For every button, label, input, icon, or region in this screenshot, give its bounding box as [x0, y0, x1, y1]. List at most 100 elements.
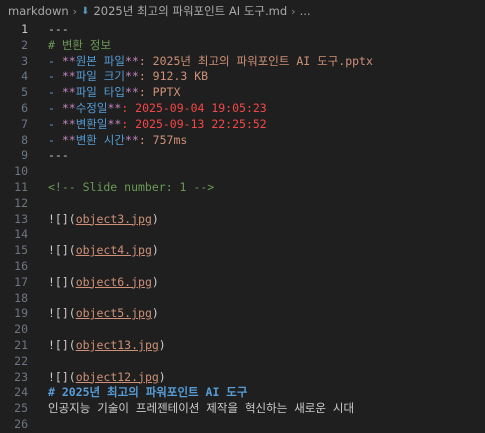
code-line[interactable]: 16 [0, 259, 485, 275]
code-token: ) [151, 306, 159, 321]
line-content[interactable]: - **원본 파일**: 2025년 최고의 파워포인트 AI 도구.pptx [28, 54, 485, 70]
line-content[interactable]: --- [28, 148, 485, 164]
code-line[interactable]: 6- **수정일**: 2025-09-04 19:05:23 [0, 101, 485, 117]
line-content[interactable]: - **변환 시간**: 757ms [28, 133, 485, 149]
code-line[interactable]: 4- **파일 크기**: 912.3 KB [0, 69, 485, 85]
breadcrumb-file[interactable]: 2025년 최고의 파워포인트 AI 도구.md [93, 3, 287, 19]
line-content[interactable]: ![](object13.jpg) [28, 338, 485, 354]
markdown-file-icon: ⬇ [81, 5, 90, 17]
code-token: : 2025년 최고의 파워포인트 AI 도구.pptx [138, 53, 373, 68]
line-number: 24 [14, 385, 28, 400]
code-token: ** [124, 85, 139, 100]
line-content[interactable] [28, 291, 485, 307]
line-number: 26 [14, 416, 28, 431]
code-editor[interactable]: 1 --- 2 # 변환 정보 3- **원본 파일**: 2025년 최고의 파워포인… [0, 22, 485, 433]
code-line[interactable]: 12 [0, 196, 485, 212]
breadcrumb-folder[interactable]: markdown [8, 4, 69, 18]
code-token: - [48, 85, 62, 100]
line-content[interactable]: ![](object5.jpg) [28, 306, 485, 322]
code-token: object3.jpg [75, 211, 152, 226]
code-line[interactable]: 20 [0, 322, 485, 338]
code-token: object4.jpg [75, 243, 152, 258]
code-line[interactable]: 3- **원본 파일**: 2025년 최고의 파워포인트 AI 도구.pptx [0, 54, 485, 70]
line-number: 20 [14, 322, 28, 337]
code-token: ) [158, 369, 166, 384]
line-content[interactable] [28, 354, 485, 370]
line-content[interactable]: # 2025년 최고의 파워포인트 AI 도구 [28, 385, 485, 401]
code-token: : 912.3 KB [138, 69, 209, 84]
line-number: 5 [21, 85, 28, 100]
line-content[interactable]: ![](object3.jpg) [28, 212, 485, 228]
code-token: 원본 파일 [75, 53, 125, 68]
code-token: - [48, 69, 62, 84]
line-number: 25 [14, 401, 28, 416]
breadcrumb-tail[interactable]: ... [300, 4, 311, 18]
code-line[interactable]: 23 ![](object12.jpg) [0, 370, 485, 386]
line-content[interactable]: 인공지능 기술이 프레젠테이션 제작을 혁신하는 새로운 시대 [28, 401, 485, 417]
code-token: ** [124, 53, 139, 68]
line-content[interactable]: ![](object4.jpg) [28, 243, 485, 259]
code-line[interactable]: 26 [0, 417, 485, 433]
code-line[interactable]: 14 [0, 227, 485, 243]
code-line[interactable]: 22 [0, 354, 485, 370]
code-line[interactable]: 10 [0, 164, 485, 180]
code-token: object5.jpg [75, 306, 152, 321]
code-line[interactable]: 11 <!-- Slide number: 1 --> [0, 180, 485, 196]
line-content[interactable]: - **수정일**: 2025-09-04 19:05:23 [28, 101, 485, 117]
line-content[interactable] [28, 196, 485, 212]
line-number: 17 [14, 274, 28, 289]
code-line[interactable]: 25 인공지능 기술이 프레젠테이션 제작을 혁신하는 새로운 시대 [0, 401, 485, 417]
code-line[interactable]: 19 ![](object5.jpg) [0, 306, 485, 322]
line-content[interactable]: <!-- Slide number: 1 --> [28, 180, 485, 196]
code-token: ![]( [48, 274, 76, 289]
code-token: : 2025-09-04 19:05:23 [121, 100, 267, 115]
line-content[interactable]: - **파일 타입**: PPTX [28, 85, 485, 101]
code-line[interactable]: 21 ![](object13.jpg) [0, 338, 485, 354]
code-token: 파일 타입 [75, 85, 125, 100]
code-line[interactable]: 1 --- [0, 22, 485, 38]
line-content[interactable] [28, 227, 485, 243]
code-line[interactable]: 17 ![](object6.jpg) [0, 275, 485, 291]
line-number: 7 [21, 116, 28, 131]
line-content[interactable] [28, 322, 485, 338]
line-content[interactable] [28, 164, 485, 180]
code-token: - [48, 116, 62, 131]
code-token: ![]( [48, 243, 76, 258]
code-line[interactable]: 7- **변환일**: 2025-09-13 22:25:52 [0, 117, 485, 133]
line-content[interactable]: --- [28, 22, 485, 38]
code-token: : 2025-09-13 22:25:52 [121, 116, 267, 131]
code-token: ** [107, 116, 122, 131]
code-token: ![]( [48, 369, 76, 384]
code-token: object6.jpg [75, 274, 152, 289]
line-number: 13 [14, 211, 28, 226]
code-token: : 757ms [138, 132, 188, 147]
line-content[interactable] [28, 259, 485, 275]
code-token: ** [107, 100, 122, 115]
code-line[interactable]: 15 ![](object4.jpg) [0, 243, 485, 259]
code-line[interactable]: 5- **파일 타입**: PPTX [0, 85, 485, 101]
line-number: 9 [21, 148, 28, 163]
code-line[interactable]: 8- **변환 시간**: 757ms [0, 133, 485, 149]
line-content[interactable]: - **변환일**: 2025-09-13 22:25:52 [28, 117, 485, 133]
code-token: 수정일 [75, 100, 108, 115]
line-number: 4 [21, 69, 28, 84]
code-token: ** [124, 69, 139, 84]
line-content[interactable]: - **파일 크기**: 912.3 KB [28, 69, 485, 85]
line-number: 10 [14, 164, 28, 179]
line-content[interactable]: # 변환 정보 [28, 38, 485, 54]
code-token: - [48, 100, 62, 115]
line-number: 22 [14, 353, 28, 368]
chevron-right-icon: › [72, 4, 78, 18]
line-content[interactable]: ![](object6.jpg) [28, 275, 485, 291]
code-line[interactable]: 18 [0, 291, 485, 307]
code-line[interactable]: 2 # 변환 정보 [0, 38, 485, 54]
code-line[interactable]: 9 --- [0, 148, 485, 164]
line-number: 21 [14, 337, 28, 352]
code-line[interactable]: 24 # 2025년 최고의 파워포인트 AI 도구 [0, 385, 485, 401]
code-line[interactable]: 13 ![](object3.jpg) [0, 212, 485, 228]
line-content[interactable]: ![](object12.jpg) [28, 370, 485, 386]
line-content[interactable] [28, 417, 485, 433]
code-token: ) [151, 243, 159, 258]
code-token: <!-- Slide number: 1 --> [48, 179, 215, 194]
line-number: 8 [21, 132, 28, 147]
